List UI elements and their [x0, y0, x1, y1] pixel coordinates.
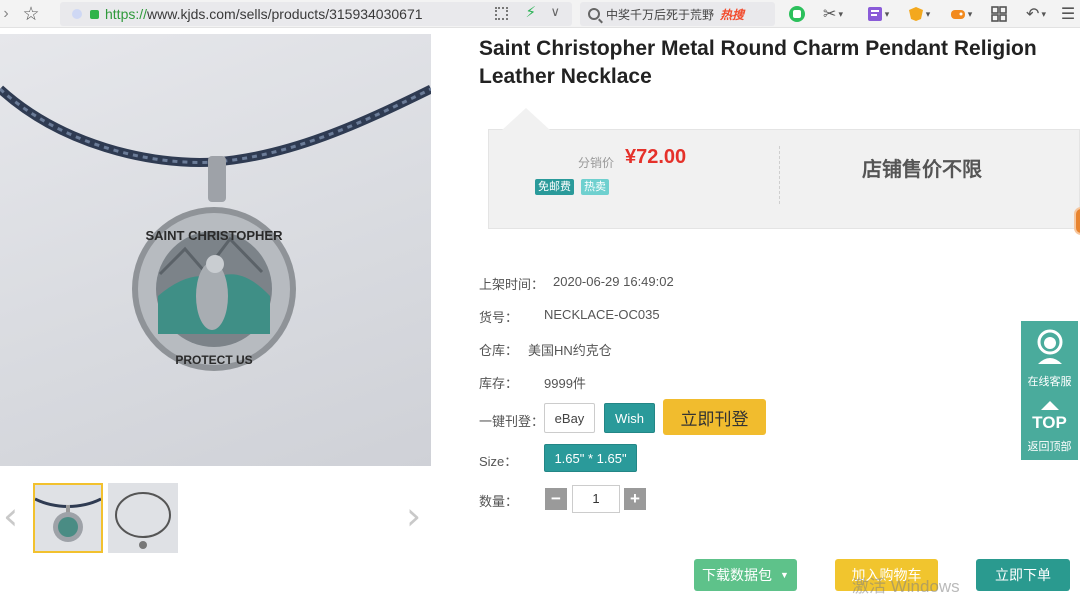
game-icon[interactable]: ▾: [946, 4, 976, 24]
browser-toolbar: › ☆ https:// www.kjds.com/sells/products…: [0, 0, 1080, 28]
gallery-thumbnail-2[interactable]: [108, 483, 178, 553]
lightning-icon[interactable]: ⚡: [525, 3, 536, 21]
scissors-icon[interactable]: ✂ ▾: [818, 4, 848, 24]
activate-windows-watermark: 激活 Windows: [852, 577, 960, 596]
qr-code-icon[interactable]: [495, 7, 508, 20]
wechat-icon[interactable]: [787, 4, 807, 24]
price-panel: [488, 129, 1080, 229]
warehouse-label: 仓库：: [479, 343, 519, 358]
publish-label: 一键刊登：: [479, 414, 545, 429]
shield-icon[interactable]: ▾: [904, 4, 934, 24]
stock-value: 9999件: [544, 376, 586, 391]
gallery-next-arrow-icon[interactable]: ›: [406, 494, 421, 538]
store-price-note: 店铺售价不限: [862, 159, 982, 181]
address-bar[interactable]: https:// www.kjds.com/sells/products/315…: [60, 2, 572, 26]
price-divider: [779, 146, 780, 204]
url-path: www.kjds.com/sells/products/315934030671: [147, 6, 423, 22]
search-suggestion: 中奖千万后死于荒野: [606, 7, 715, 22]
pendant-bottom-text: PROTECT US: [175, 353, 252, 367]
hot-sale-badge: 热卖: [581, 179, 609, 195]
download-data-button[interactable]: 下载数据包 ▼: [694, 559, 797, 591]
pendant-top-text: SAINT CHRISTOPHER: [146, 228, 284, 243]
warehouse-value: 美国HN约克仓: [528, 343, 612, 358]
quantity-input[interactable]: 1: [572, 485, 620, 513]
undo-icon[interactable]: ↶ ▾: [1021, 4, 1051, 24]
distribution-price-label: 分销价: [578, 156, 615, 170]
arrow-up-icon[interactable]: [1041, 401, 1059, 410]
gallery-thumbnail-1[interactable]: [33, 483, 103, 553]
wish-platform-button[interactable]: Wish: [604, 403, 655, 433]
chevron-down-icon: ▼: [780, 570, 789, 580]
back-to-top-button[interactable]: TOP: [1021, 413, 1078, 433]
size-option-button[interactable]: 1.65" * 1.65": [544, 444, 637, 472]
distribution-price-value: ¥72.00: [625, 146, 687, 168]
floating-orange-tab-icon[interactable]: [1074, 207, 1080, 235]
back-to-top-label[interactable]: 返回顶部: [1021, 438, 1078, 454]
product-title: Saint Christopher Metal Round Charm Pend…: [479, 37, 1037, 88]
listed-time-label: 上架时间：: [479, 277, 545, 292]
listed-time-value: 2020-06-29 16:49:02: [553, 274, 674, 289]
publish-now-button[interactable]: 立即刊登: [663, 399, 766, 435]
gallery-prev-arrow-icon[interactable]: ‹: [3, 494, 18, 538]
secure-lock-icon: [90, 9, 99, 19]
url-protocol: https://: [105, 6, 148, 22]
back-partial-icon[interactable]: ›: [0, 4, 12, 24]
quantity-label: 数量：: [479, 494, 519, 509]
chevron-down-icon[interactable]: ∨: [550, 4, 560, 20]
online-service-label[interactable]: 在线客服: [1021, 373, 1078, 389]
search-bar[interactable]: 中奖千万后死于荒野 热搜: [580, 2, 775, 26]
site-favicon-icon: [72, 9, 82, 19]
search-icon[interactable]: [588, 8, 600, 20]
main-product-image[interactable]: SAINT CHRISTOPHER PROTECT US: [0, 34, 431, 466]
quantity-decrease-button[interactable]: −: [545, 488, 567, 510]
notes-icon[interactable]: ▾: [863, 4, 893, 24]
sku-label: 货号：: [479, 310, 519, 325]
quantity-increase-button[interactable]: +: [624, 488, 646, 510]
grid-apps-icon[interactable]: [989, 4, 1009, 24]
bookmark-star-icon[interactable]: ☆: [20, 4, 42, 25]
free-shipping-badge: 免邮费: [535, 179, 574, 195]
ebay-platform-button[interactable]: eBay: [544, 403, 595, 433]
download-data-label: 下载数据包: [702, 567, 773, 583]
sku-value: NECKLACE-OC035: [544, 307, 660, 322]
hot-search-label: 热搜: [720, 7, 745, 22]
menu-icon[interactable]: ☰: [1058, 4, 1078, 24]
customer-service-icon[interactable]: [1034, 328, 1066, 366]
buy-now-button[interactable]: 立即下单: [976, 559, 1070, 591]
stock-label: 库存：: [479, 376, 519, 391]
size-label: Size：: [479, 454, 518, 469]
price-panel-notch: [502, 108, 550, 130]
